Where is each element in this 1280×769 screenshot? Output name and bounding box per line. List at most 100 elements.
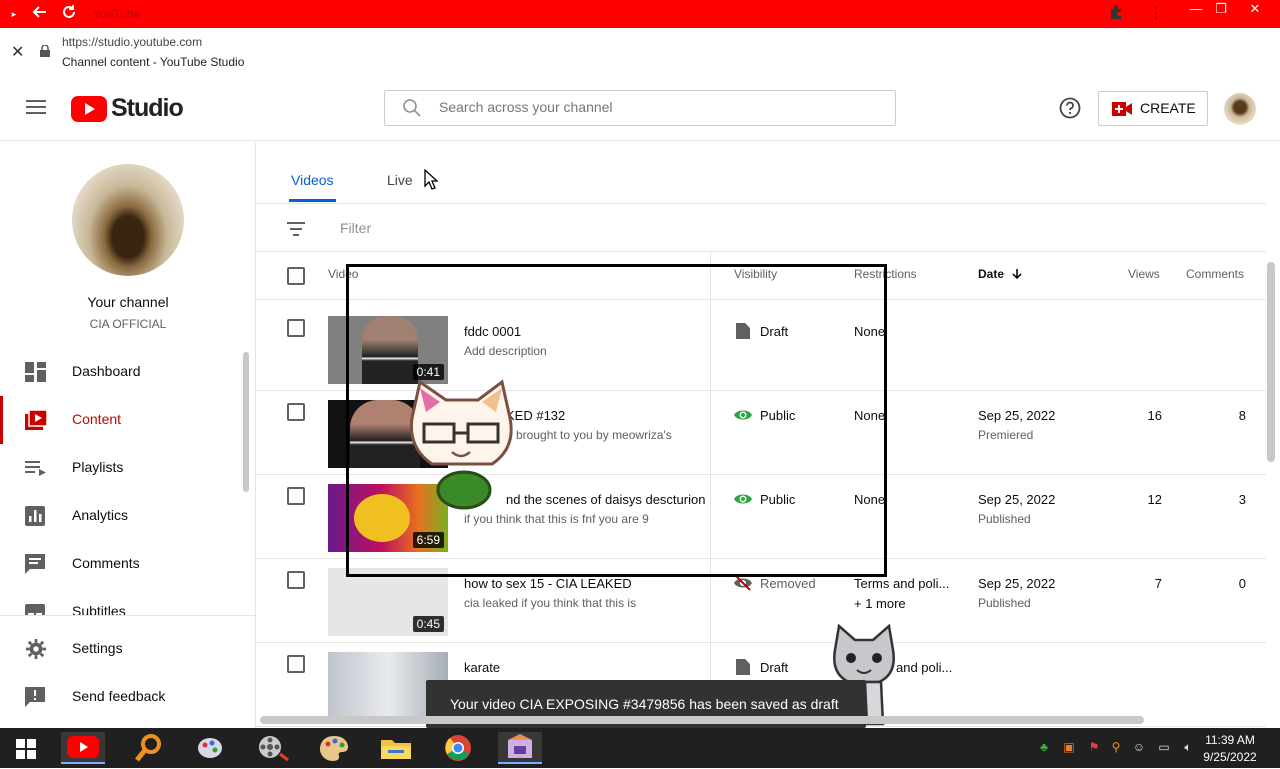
cat-sticker-icon: [409, 379, 513, 510]
sidebar-item-analytics[interactable]: Analytics: [0, 492, 244, 540]
tray-box-icon[interactable]: ▣: [1061, 740, 1077, 756]
search-box[interactable]: [384, 90, 896, 126]
browser-tab-title: YouTube: [93, 7, 141, 21]
filter-input[interactable]: Filter: [340, 220, 371, 236]
restriction-label[interactable]: and poli...: [896, 660, 952, 675]
analytics-icon: [25, 506, 45, 526]
tray-emoji-icon[interactable]: ☺: [1131, 740, 1147, 756]
video-title[interactable]: karate: [464, 660, 500, 675]
row-checkbox[interactable]: [287, 403, 305, 421]
tab-live[interactable]: Live: [387, 172, 413, 188]
sidebar-scrollbar[interactable]: [243, 352, 249, 492]
tab-videos[interactable]: Videos: [291, 172, 334, 188]
video-thumbnail[interactable]: 0:45: [328, 568, 448, 636]
browser-title-bar: ▸ YouTube ⋮ — ❐ ✕: [0, 0, 1280, 28]
main-vertical-scrollbar[interactable]: [1267, 262, 1275, 462]
video-description[interactable]: cia leaked if you think that this is: [464, 596, 636, 610]
installer-app-icon: [508, 734, 532, 758]
back-arrow-icon[interactable]: [30, 4, 50, 24]
channel-avatar[interactable]: [72, 164, 184, 276]
row-checkbox[interactable]: [287, 319, 305, 337]
windows-start-icon[interactable]: [16, 739, 36, 759]
feedback-icon: [25, 687, 45, 707]
palette-app-icon: [320, 736, 348, 761]
channel-name: CIA OFFICIAL: [89, 317, 167, 331]
column-views[interactable]: Views: [1128, 267, 1160, 281]
column-date[interactable]: Date: [978, 267, 1023, 281]
horizontal-scrollbar[interactable]: [260, 716, 1144, 724]
sidebar-bottom: Settings Send feedback: [0, 615, 255, 728]
url-text[interactable]: https://studio.youtube.com: [62, 35, 202, 49]
taskbar-file-explorer[interactable]: [374, 732, 418, 764]
menu-arrow-icon[interactable]: ▸: [4, 4, 24, 24]
volume-icon[interactable]: 🔈︎: [1180, 740, 1196, 756]
sidebar-item-label: Comments: [72, 555, 140, 571]
close-icon[interactable]: ✕: [11, 42, 24, 62]
tray-app-icon[interactable]: ♣: [1036, 740, 1052, 756]
extension-puzzle-icon[interactable]: [1106, 4, 1126, 24]
windows-taskbar: ♣ ▣ ⚑ ⚲ ☺ ▭ 🔈︎ 11:39 AM 9/25/2022: [0, 728, 1280, 768]
search-input[interactable]: [439, 99, 879, 115]
restriction-label[interactable]: Terms and poli...: [854, 576, 949, 591]
taskbar-paint-app[interactable]: [188, 732, 232, 764]
sidebar-item-playlists[interactable]: Playlists: [0, 444, 244, 492]
row-checkbox[interactable]: [287, 655, 305, 673]
restore-icon[interactable]: ❐: [1206, 0, 1236, 22]
restriction-more[interactable]: + 1 more: [854, 596, 906, 611]
sidebar-item-dashboard[interactable]: Dashboard: [0, 348, 244, 396]
date-status: Published: [978, 596, 1031, 610]
select-all-checkbox[interactable]: [287, 267, 305, 285]
reload-icon[interactable]: [59, 4, 79, 24]
taskbar-extra-app[interactable]: [498, 732, 542, 764]
taskbar-chrome[interactable]: [436, 732, 480, 764]
clock-date[interactable]: 9/25/2022: [1200, 750, 1260, 764]
date-status: Published: [978, 512, 1031, 526]
content-icon: [25, 410, 47, 430]
taskbar-youtube-app[interactable]: [61, 732, 105, 764]
taskbar-palette-app[interactable]: [312, 732, 356, 764]
taskbar-search-app[interactable]: [126, 732, 170, 764]
channel-heading: Your channel: [87, 294, 169, 310]
row-checkbox[interactable]: [287, 571, 305, 589]
sidebar-item-comments[interactable]: Comments: [0, 540, 244, 588]
tray-flag-icon[interactable]: ⚑: [1086, 740, 1102, 756]
sidebar-item-label: Send feedback: [72, 688, 166, 704]
toast-message: Your video CIA EXPOSING #3479856 has bee…: [450, 696, 839, 712]
column-comments[interactable]: Comments: [1186, 267, 1244, 281]
removed-eye-icon: [734, 575, 752, 591]
content-main: Videos Live Filter Video Visibility Rest…: [256, 142, 1266, 728]
playlists-icon: [25, 461, 46, 476]
sidebar-item-send-feedback[interactable]: Send feedback: [0, 673, 244, 721]
visibility-cell[interactable]: Removed: [734, 575, 816, 591]
tray-search-icon[interactable]: ⚲: [1108, 740, 1124, 756]
network-icon[interactable]: ▭: [1156, 740, 1172, 756]
visibility-cell[interactable]: Draft: [734, 659, 788, 675]
clock-time[interactable]: 11:39 AM: [1200, 733, 1260, 747]
row-checkbox[interactable]: [287, 487, 305, 505]
sidebar-item-label: Playlists: [72, 459, 124, 475]
sidebar-item-settings[interactable]: Settings: [0, 625, 244, 673]
sidebar-item-content[interactable]: Content: [0, 396, 244, 444]
account-avatar[interactable]: [1224, 93, 1256, 125]
visibility-label: Removed: [760, 576, 816, 591]
sidebar-item-label: Dashboard: [72, 363, 141, 379]
taskbar-video-app[interactable]: [250, 732, 294, 764]
comments-count[interactable]: 8: [1206, 408, 1246, 423]
tab-active-indicator: [289, 199, 336, 202]
window-close-icon[interactable]: ✕: [1240, 0, 1270, 22]
create-button[interactable]: CREATE: [1098, 91, 1208, 126]
views-count: 16: [1147, 408, 1162, 423]
help-icon[interactable]: [1059, 97, 1081, 119]
sidebar: Your channel CIA OFFICIAL Dashboard Cont…: [0, 142, 256, 728]
date-label: Sep 25, 2022: [978, 576, 1056, 591]
sort-down-arrow-icon: [1012, 269, 1022, 280]
video-title[interactable]: how to sex 15 - CIA LEAKED: [464, 576, 632, 591]
youtube-app-icon: [67, 736, 99, 758]
kebab-menu-icon[interactable]: ⋮: [1146, 4, 1166, 24]
filter-icon[interactable]: [287, 222, 305, 236]
address-bar: ✕ https://studio.youtube.com Channel con…: [0, 28, 1280, 78]
comments-count[interactable]: 0: [1206, 576, 1246, 591]
lock-icon: [40, 44, 50, 57]
comments-count[interactable]: 3: [1206, 492, 1246, 507]
hamburger-menu-icon[interactable]: [26, 99, 46, 115]
